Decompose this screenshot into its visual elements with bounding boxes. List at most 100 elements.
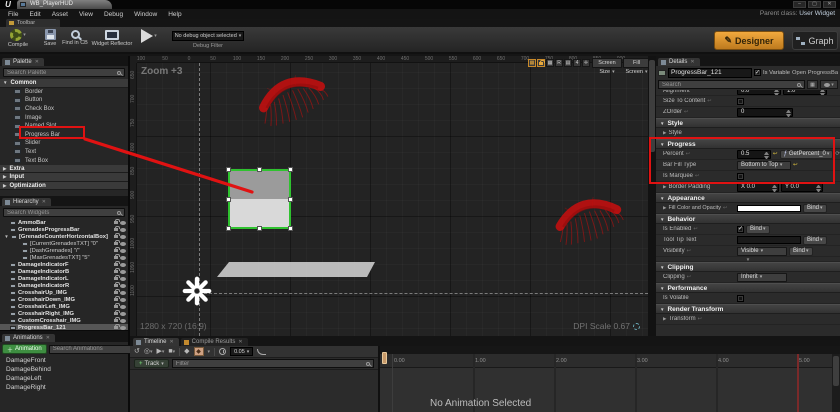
chevron-right-icon[interactable]: ▶	[663, 205, 666, 211]
timeline-scrollbar[interactable]	[832, 354, 840, 412]
eye-icon[interactable]	[120, 298, 126, 302]
track-filter[interactable]	[172, 359, 374, 368]
move-tool-button[interactable]: ✛	[582, 59, 590, 67]
timeline-tab[interactable]: Timeline✕	[133, 338, 179, 346]
style-row[interactable]: ▶Style	[656, 128, 840, 139]
resize-handle[interactable]	[257, 167, 262, 172]
reset-icon[interactable]: ↩	[687, 248, 691, 254]
close-button[interactable]: ✕	[823, 1, 836, 8]
category-clipping[interactable]: ▼Clipping	[656, 262, 840, 272]
category-performance[interactable]: ▼Performance	[656, 283, 840, 293]
lock-icon[interactable]	[114, 263, 118, 266]
damage-indicator-image-right[interactable]	[543, 176, 636, 269]
reset-icon[interactable]: ↩	[698, 316, 702, 322]
palette-search-input[interactable]	[7, 70, 115, 76]
grid-button[interactable]: ▦	[546, 59, 554, 67]
size-to-content-checkbox[interactable]	[737, 98, 744, 105]
eye-icon[interactable]	[120, 221, 126, 225]
timeline-ruler[interactable]: 0.001.002.003.004.005.00	[380, 354, 832, 368]
stop-animation-icon[interactable]: ■▾	[168, 348, 175, 356]
track-filter-input[interactable]	[176, 361, 364, 367]
screen-size-dropdown[interactable]: Screen Size	[592, 58, 622, 68]
find-in-cb-button[interactable]: Find in CB	[58, 29, 92, 46]
palette-item-text-box[interactable]: Text Box	[0, 156, 128, 165]
snap-interval-dropdown[interactable]: 0.05	[230, 347, 253, 356]
ammo-bar-widget[interactable]	[217, 262, 375, 277]
clipping-dropdown[interactable]: Inherit	[737, 273, 787, 282]
layout-button[interactable]: ▤	[564, 59, 572, 67]
lock-icon[interactable]	[114, 319, 118, 322]
lock-icon[interactable]	[114, 277, 118, 280]
menu-item[interactable]: Edit	[29, 11, 40, 18]
resize-handle[interactable]	[257, 226, 262, 231]
animation-list-item[interactable]: DamageRight	[0, 383, 128, 392]
play-button[interactable]: ▾	[134, 29, 164, 43]
zorder-input[interactable]: 0	[737, 108, 793, 117]
lock-icon[interactable]	[114, 305, 118, 308]
eye-icon[interactable]	[120, 312, 126, 316]
tooltip-text-input[interactable]	[737, 236, 801, 244]
grid-size-button[interactable]: 4	[573, 59, 581, 67]
reset-icon[interactable]: ↩	[693, 226, 697, 232]
hierarchy-row[interactable]: [MaxGrenadesTXT] "5"	[0, 254, 128, 261]
animations-search[interactable]	[49, 345, 141, 354]
lock-icon[interactable]	[114, 284, 118, 287]
hierarchy-search-input[interactable]	[7, 210, 115, 216]
lock-icon[interactable]	[114, 270, 118, 273]
eye-icon[interactable]	[120, 228, 126, 232]
visibility-dropdown[interactable]: Visible	[737, 247, 787, 256]
chevron-right-icon[interactable]: ▶	[663, 184, 666, 190]
keyframe-icon[interactable]: ◆	[184, 348, 189, 355]
palette-search[interactable]	[3, 68, 125, 77]
hierarchy-row[interactable]: GrenadesProgressBar	[0, 226, 128, 233]
loop-icon[interactable]: ↺	[134, 348, 140, 355]
hierarchy-row[interactable]: CrosshairUp_IMG	[0, 289, 128, 296]
category-appearance[interactable]: ▼Appearance	[656, 193, 840, 203]
lock-icon[interactable]	[114, 298, 118, 301]
resize-handle[interactable]	[288, 197, 293, 202]
eye-icon[interactable]	[120, 263, 126, 267]
eye-icon[interactable]	[120, 249, 126, 253]
eye-icon[interactable]	[120, 277, 126, 281]
close-icon[interactable]: ✕	[169, 339, 173, 345]
reset-icon[interactable]: ↩	[684, 109, 688, 115]
border-padding-x-input[interactable]: X 0.0	[737, 183, 779, 192]
hierarchy-search[interactable]	[3, 208, 125, 217]
border-padding-y-input[interactable]: Y 0.0	[781, 183, 823, 192]
details-scrollbar[interactable]	[648, 56, 656, 336]
animation-list-item[interactable]: DamageBehind	[0, 365, 128, 374]
palette-item-button[interactable]: Button	[0, 96, 128, 105]
parent-class-link[interactable]: User Widget	[799, 10, 835, 17]
reset-icon[interactable]: ↩	[695, 173, 699, 179]
palette-item-image[interactable]: Image	[0, 113, 128, 122]
document-tab[interactable]: WB_PlayerHUD	[17, 0, 112, 9]
chevron-right-icon[interactable]: ▶	[663, 316, 666, 322]
eye-icon[interactable]	[120, 291, 126, 295]
fill-color-swatch[interactable]	[737, 205, 801, 212]
compile-button[interactable]: ▾Compile	[2, 29, 34, 48]
menu-item[interactable]: Asset	[52, 11, 68, 18]
alignment-y-input[interactable]: 1.0	[783, 90, 827, 95]
selected-progress-bar-widget[interactable]	[228, 169, 291, 229]
palette-item-text[interactable]: Text	[0, 148, 128, 157]
animations-tab[interactable]: Animations✕	[2, 334, 55, 342]
lock-icon[interactable]	[114, 256, 118, 259]
refresh-icon[interactable]: ⟳	[835, 151, 840, 157]
resize-handle[interactable]	[288, 167, 293, 172]
lock-widget-button[interactable]	[537, 59, 545, 67]
designer-mode-button[interactable]: ✎Designer	[714, 31, 784, 50]
view-options-button[interactable]: ▾	[820, 80, 838, 89]
animations-search-input[interactable]	[53, 346, 131, 352]
eye-icon[interactable]	[120, 242, 126, 246]
lock-icon[interactable]	[114, 242, 118, 245]
reset-icon[interactable]: ↩	[687, 274, 691, 280]
lock-icon[interactable]	[114, 326, 118, 329]
eye-icon[interactable]	[120, 235, 126, 239]
percent-binding-button[interactable]: GetPercent_0	[780, 150, 834, 159]
hierarchy-row[interactable]: CrosshairLeft_IMG	[0, 303, 128, 310]
hierarchy-tab[interactable]: Hierarchy✕	[2, 198, 51, 206]
palette-group-input[interactable]: ▶Input	[0, 173, 128, 182]
scrollbar-thumb[interactable]	[833, 356, 839, 386]
hierarchy-row[interactable]: CrosshairRight_IMG	[0, 310, 128, 317]
graph-mode-button[interactable]: Graph	[792, 31, 838, 50]
